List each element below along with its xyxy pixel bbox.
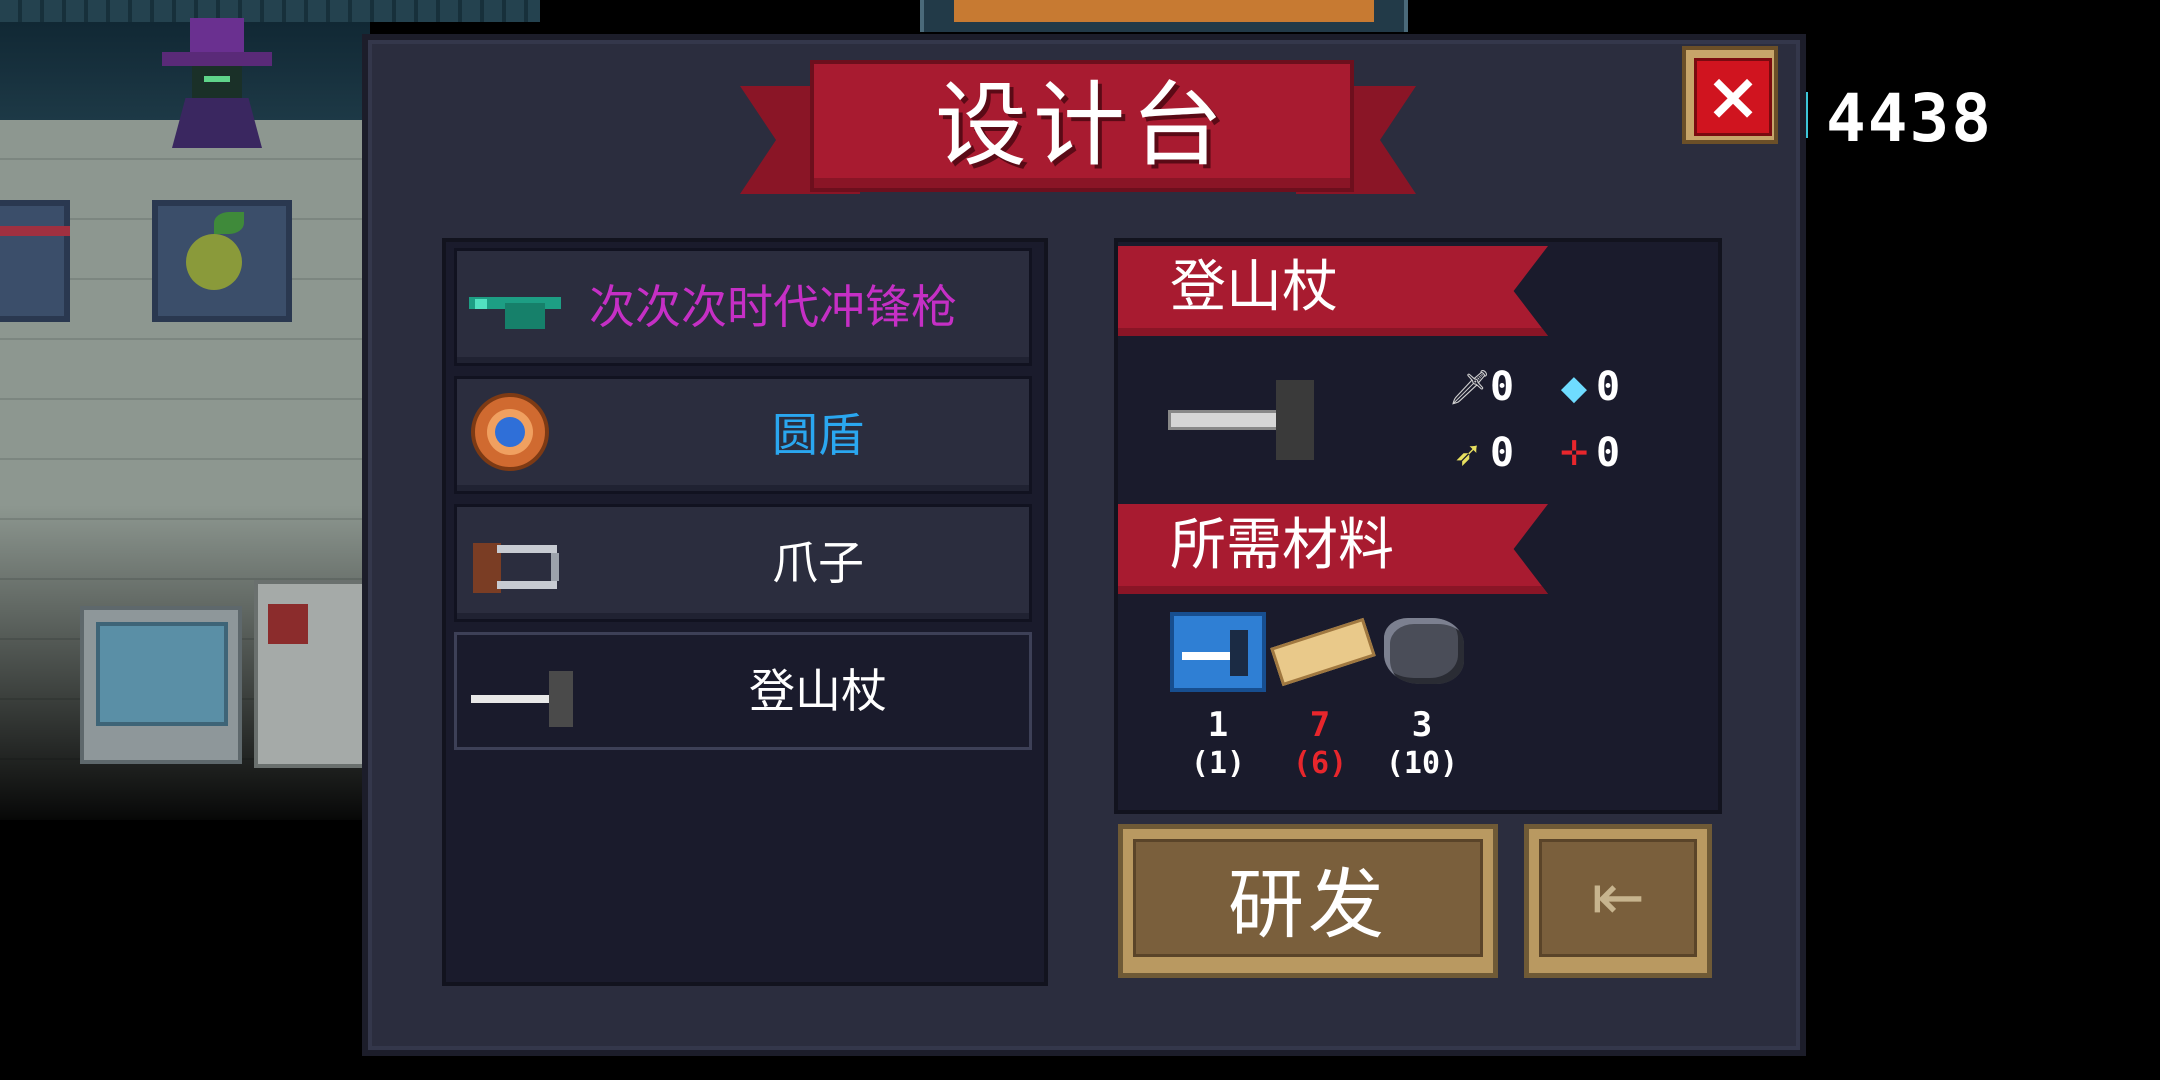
round-shield-icon <box>471 393 549 471</box>
ore-icon <box>1374 612 1470 692</box>
diamond-icon: ◆ <box>1560 368 1588 408</box>
list-item-hiking-stick[interactable]: 登山杖 <box>454 632 1032 750</box>
doorway <box>920 0 1408 32</box>
list-item-claw[interactable]: 爪子 <box>454 504 1032 622</box>
dialog-title: 设计台 <box>934 72 1229 179</box>
exit-button[interactable]: ⇤ <box>1524 824 1712 978</box>
hammer-icon <box>469 657 573 727</box>
claw-icon <box>469 529 569 599</box>
feather-icon: ➶ <box>1453 434 1483 474</box>
item-name-ribbon: 登山杖 <box>1118 246 1548 336</box>
hammer-icon <box>1168 370 1338 460</box>
weapon-crate <box>0 200 70 322</box>
item-name: 登山杖 <box>1170 255 1338 320</box>
robot-machine <box>254 580 372 768</box>
list-item-round-shield[interactable]: 圆盾 <box>454 376 1032 494</box>
exit-icon: ⇤ <box>1591 861 1645 935</box>
close-button[interactable]: × <box>1682 46 1778 144</box>
material-ore: 3 (10) <box>1372 612 1472 782</box>
material-blueprint: 1 (1) <box>1168 612 1268 782</box>
research-button[interactable]: 研发 <box>1118 824 1498 978</box>
blueprint-list: 次次次时代冲锋枪 圆盾 爪子 登山杖 <box>442 238 1048 986</box>
list-item-smg[interactable]: 次次次时代冲锋枪 <box>454 248 1032 366</box>
wizard-character[interactable] <box>162 18 272 148</box>
close-icon: × <box>1705 58 1761 135</box>
list-item-label: 登山杖 <box>749 664 887 718</box>
computer-terminal <box>80 606 242 764</box>
research-button-label: 研发 <box>1228 860 1388 949</box>
smg-icon <box>469 273 569 343</box>
material-wood: 7 (6) <box>1270 612 1376 782</box>
wood-icon <box>1270 612 1376 692</box>
dialog-title-banner: 设计台 <box>740 60 1416 208</box>
item-detail-panel: 登山杖 🗡 0 ◆ 0 ➶ 0 ✛ 0 所需材料 1 (1) 7 (6) 3 (… <box>1114 238 1722 814</box>
list-item-label: 爪子 <box>772 536 864 590</box>
sword-icon: 🗡 <box>1448 368 1492 408</box>
materials-ribbon: 所需材料 <box>1118 504 1548 594</box>
crosshair-icon: ✛ <box>1559 434 1589 474</box>
blueprint-icon <box>1170 612 1266 692</box>
list-item-label: 次次次时代冲锋枪 <box>589 280 957 334</box>
coin-counter: 4438 <box>1826 80 1993 157</box>
list-item-label: 圆盾 <box>772 408 864 462</box>
materials-title: 所需材料 <box>1170 513 1394 578</box>
seed-planter <box>152 200 292 322</box>
